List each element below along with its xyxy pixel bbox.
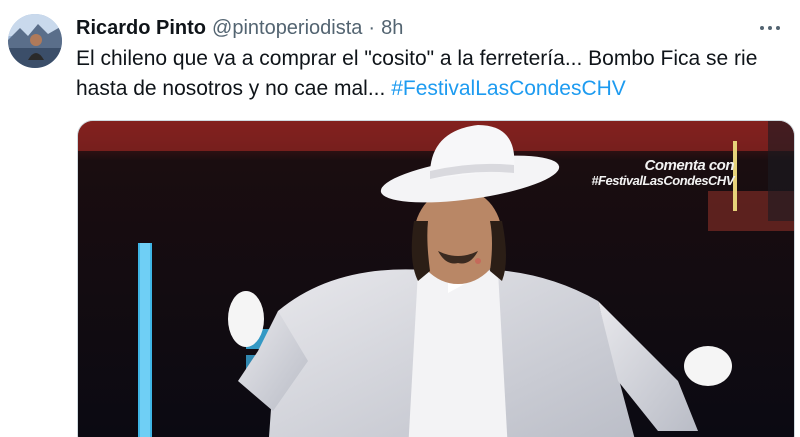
profile-avatar[interactable]: [8, 14, 62, 68]
separator-dot: ·: [368, 16, 376, 39]
tweet-card[interactable]: Ricardo Pinto @pintoperiodista · 8h El c…: [0, 0, 800, 437]
user-handle[interactable]: @pintoperiodista: [212, 17, 362, 40]
hashtag-link[interactable]: #FestivalLasCondesCHV: [391, 77, 626, 100]
tweet-timestamp[interactable]: 8h: [381, 17, 403, 40]
tweet-header: Ricardo Pinto @pintoperiodista · 8h: [76, 14, 403, 42]
video-overlay-line1: Comenta con: [644, 157, 734, 174]
display-name[interactable]: Ricardo Pinto: [76, 17, 206, 40]
tweet-text: El chileno que va a comprar el "cosito" …: [76, 44, 786, 104]
more-options-button[interactable]: [754, 12, 786, 44]
more-horizontal-icon: [760, 26, 764, 30]
video-overlay-line2: #FestivalLasCondesCHV: [591, 173, 734, 188]
tweet-video[interactable]: Comenta con #FestivalLasCondesCHV: [77, 120, 795, 437]
